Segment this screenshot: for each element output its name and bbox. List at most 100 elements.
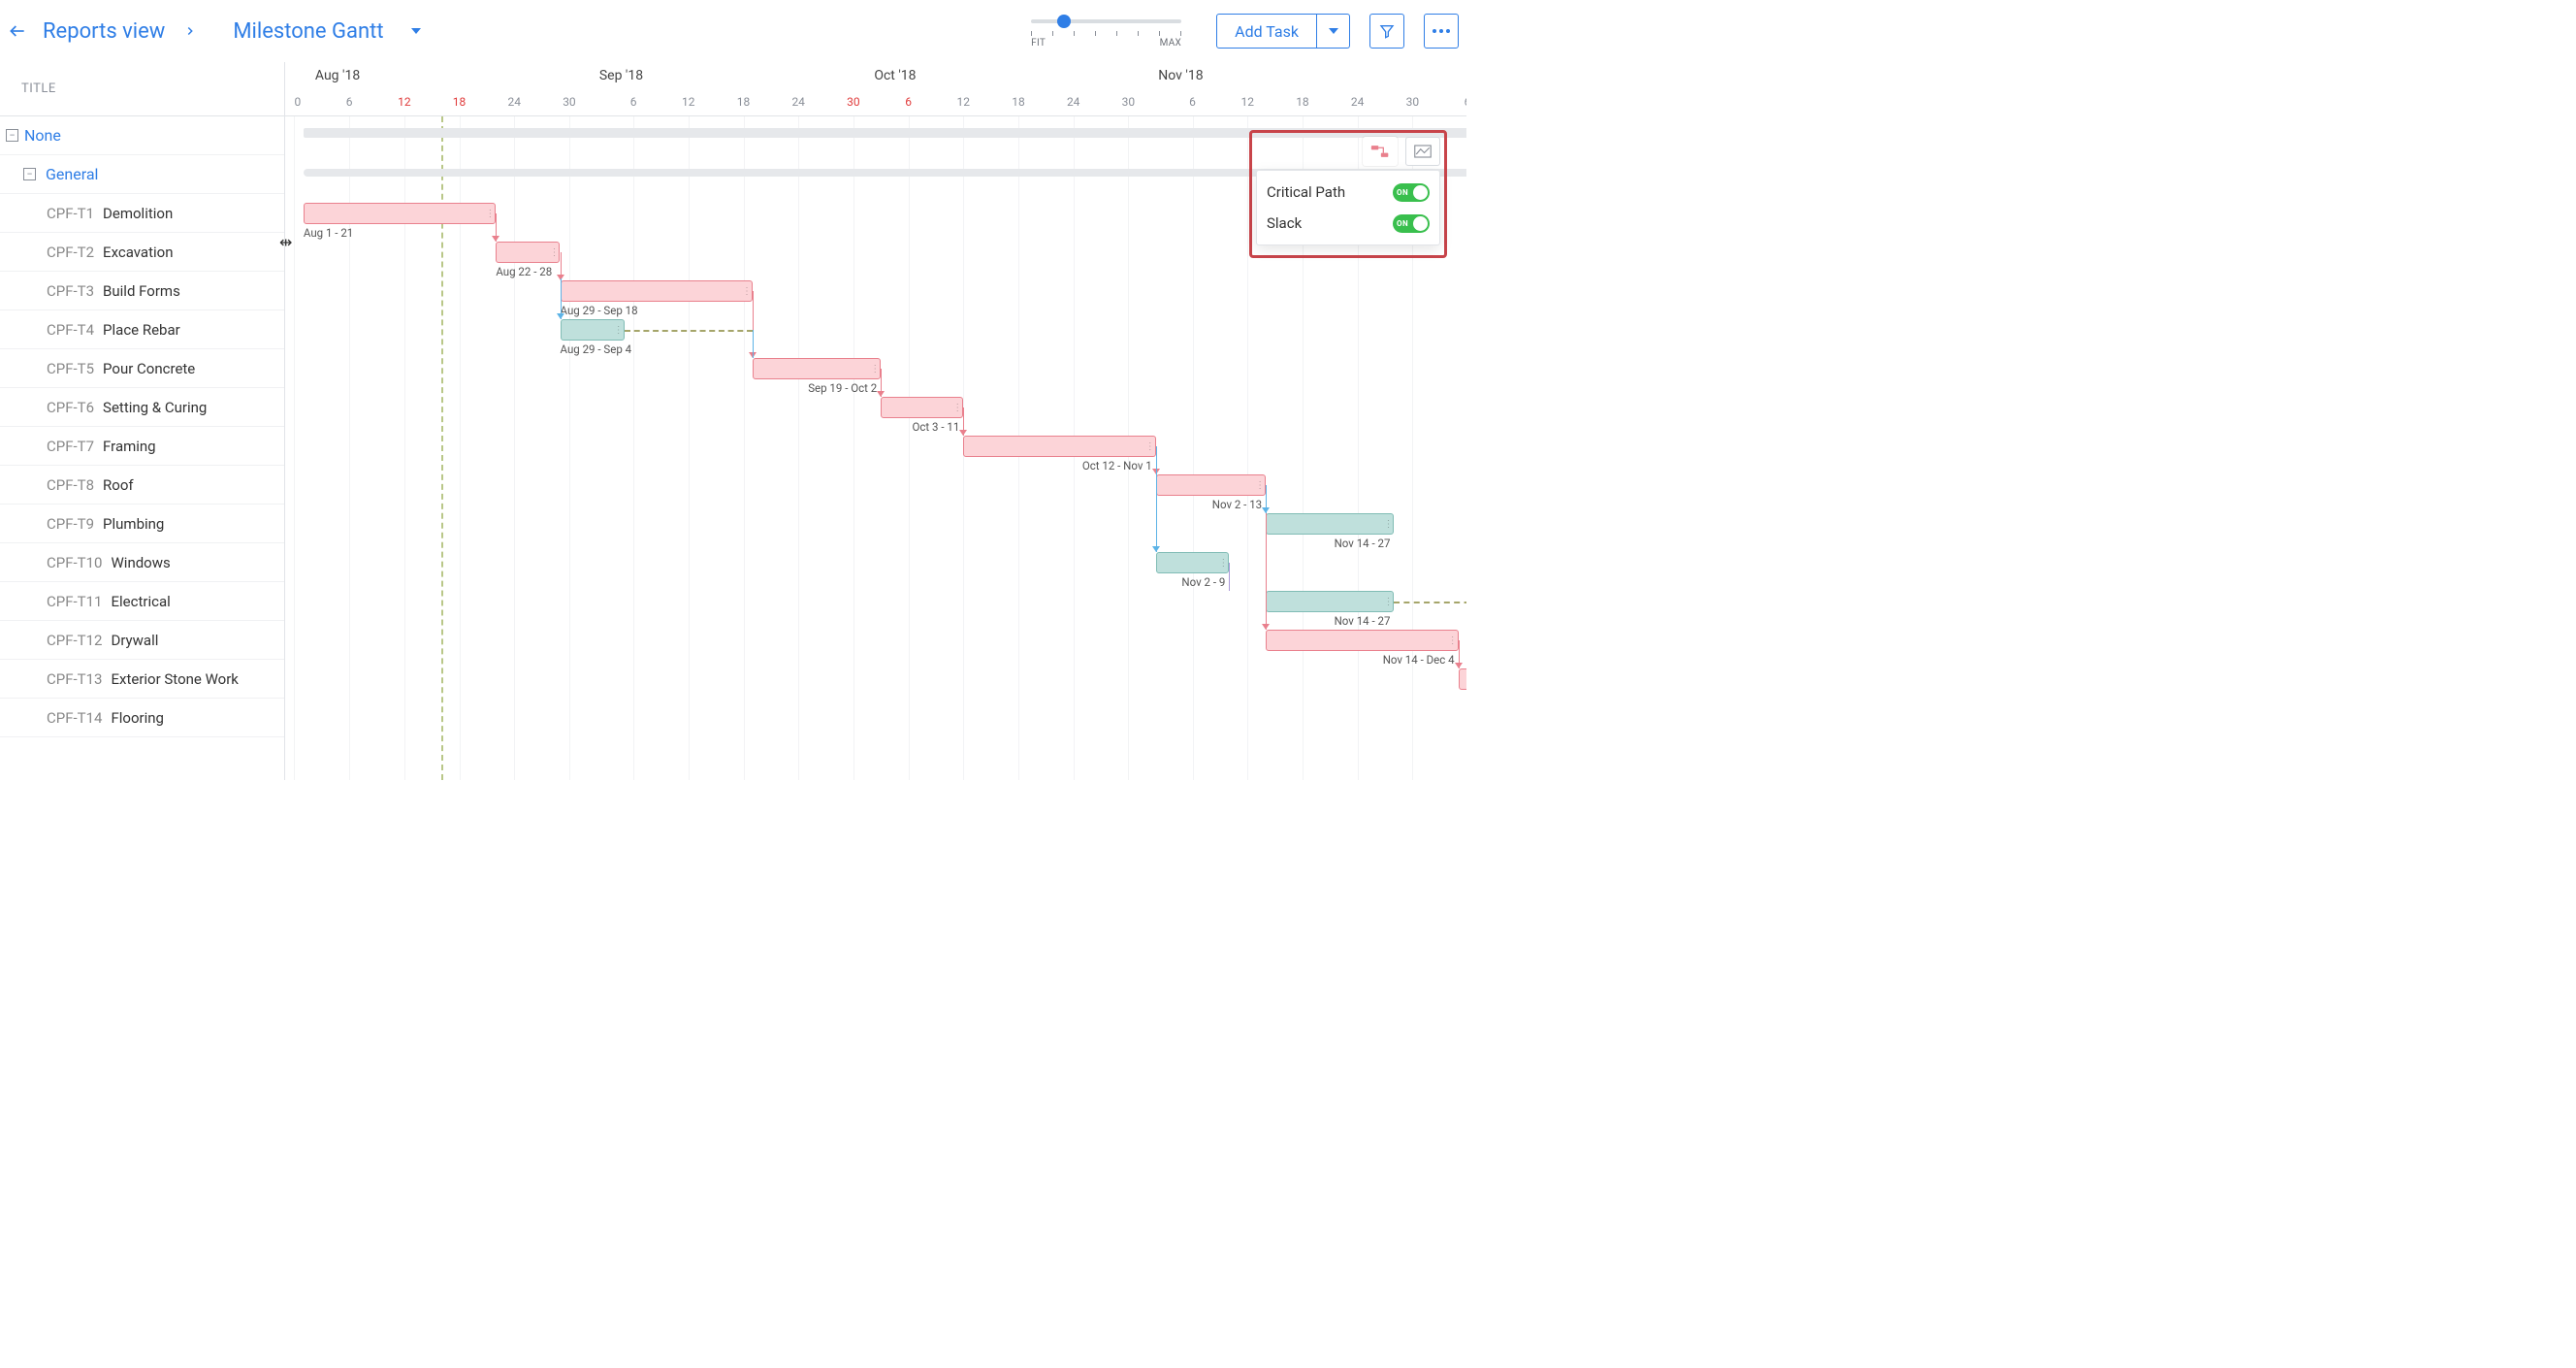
bar-resize-handle[interactable]: ⋮ xyxy=(1257,477,1263,493)
day-label: 18 xyxy=(1296,95,1309,109)
slack-label: Slack xyxy=(1267,214,1302,232)
gantt-bar[interactable]: ⋮ xyxy=(304,203,496,224)
task-name: Roof xyxy=(103,476,134,494)
top-bar: Reports view Milestone Gantt FIT MAX Add… xyxy=(0,0,1466,62)
gantt-bar[interactable]: ⋮ xyxy=(1266,630,1458,651)
dependency-arrow-icon xyxy=(959,430,967,436)
gantt-bar[interactable]: ⋮ xyxy=(1459,668,1466,690)
gantt-bar[interactable]: ⋮ xyxy=(496,242,560,263)
zoom-knob[interactable] xyxy=(1057,15,1071,28)
bar-resize-handle[interactable]: ⋮ xyxy=(744,283,750,299)
zoom-slider[interactable]: FIT MAX xyxy=(1031,14,1181,49)
bar-resize-handle[interactable]: ⋮ xyxy=(954,400,960,415)
gantt-bar[interactable]: ⋮ xyxy=(753,358,881,379)
tree-group-label: General xyxy=(42,165,98,183)
day-label: 0 xyxy=(294,95,301,109)
task-name: Electrical xyxy=(111,593,170,610)
view-selector[interactable]: Milestone Gantt xyxy=(233,19,420,44)
day-label: 6 xyxy=(1189,95,1196,109)
view-selector-label: Milestone Gantt xyxy=(233,19,383,44)
dependency-arrow-icon xyxy=(1262,624,1270,630)
day-label: 30 xyxy=(1406,95,1420,109)
gantt-bar-caption: Aug 1 - 21 xyxy=(304,226,353,240)
day-label: 30 xyxy=(847,95,860,109)
task-row[interactable]: CPF-T1Demolition xyxy=(0,194,284,233)
day-label: 24 xyxy=(508,95,522,109)
funnel-icon xyxy=(1379,23,1395,39)
gantt-bar-caption: Nov 2 - 9 xyxy=(1181,575,1225,589)
task-code: CPF-T5 xyxy=(47,360,94,377)
collapse-icon[interactable]: − xyxy=(6,129,18,142)
task-row[interactable]: CPF-T5Pour Concrete xyxy=(0,349,284,388)
day-label: 12 xyxy=(957,95,971,109)
task-name: Flooring xyxy=(111,709,164,727)
dependency-line xyxy=(1156,446,1157,552)
task-name: Exterior Stone Work xyxy=(111,670,238,688)
task-row[interactable]: CPF-T3Build Forms xyxy=(0,272,284,310)
critical-path-toggle-button[interactable] xyxy=(1363,137,1398,166)
gantt-bar[interactable]: ⋮ xyxy=(963,436,1155,457)
day-label: 30 xyxy=(1122,95,1136,109)
task-code: CPF-T4 xyxy=(47,321,94,339)
bar-resize-handle[interactable]: ⋮ xyxy=(616,322,622,338)
month-label: Sep '18 xyxy=(599,68,643,83)
task-row[interactable]: CPF-T2Excavation xyxy=(0,233,284,272)
task-row[interactable]: CPF-T10 Windows xyxy=(0,543,284,582)
gantt-bar[interactable]: ⋮ xyxy=(1156,552,1230,573)
zoom-min-label: FIT xyxy=(1031,38,1046,49)
column-header-title[interactable]: TITLE xyxy=(0,62,284,116)
task-code: CPF-T10 xyxy=(47,554,102,571)
task-name: Windows xyxy=(111,554,170,571)
task-row[interactable]: CPF-T4Place Rebar xyxy=(0,310,284,349)
collapse-icon[interactable]: − xyxy=(23,168,36,180)
gantt-bar[interactable]: ⋮ xyxy=(1266,591,1394,612)
task-code: CPF-T9 xyxy=(47,515,94,533)
task-row[interactable]: CPF-T14Flooring xyxy=(0,699,284,737)
task-list-panel: TITLE − None − General CPF-T1DemolitionC… xyxy=(0,62,285,780)
tree-group-general[interactable]: − General xyxy=(0,155,284,194)
gantt-body: TITLE − None − General CPF-T1DemolitionC… xyxy=(0,62,1466,780)
slack-toggle[interactable]: ON xyxy=(1393,214,1430,233)
back-arrow-icon[interactable] xyxy=(4,17,31,45)
gantt-bar[interactable]: ⋮ xyxy=(1266,513,1394,535)
bar-resize-handle[interactable]: ⋮ xyxy=(1147,439,1153,454)
task-name: Demolition xyxy=(103,205,173,222)
task-name: Drywall xyxy=(111,632,158,649)
dependency-arrow-icon xyxy=(1455,663,1463,668)
add-task-dropdown-button[interactable] xyxy=(1317,14,1350,49)
gantt-bar-caption: Nov 2 - 13 xyxy=(1212,498,1262,511)
chevron-down-icon xyxy=(411,28,421,34)
gantt-bar[interactable]: ⋮ xyxy=(1156,474,1266,496)
task-row[interactable]: CPF-T12Drywall xyxy=(0,621,284,660)
task-row[interactable]: CPF-T7Framing xyxy=(0,427,284,466)
bar-resize-handle[interactable]: ⋮ xyxy=(1450,633,1456,648)
gantt-bar[interactable]: ⋮ xyxy=(561,319,625,341)
bar-resize-handle[interactable]: ⋮ xyxy=(551,244,557,260)
tree-root-none[interactable]: − None xyxy=(0,116,284,155)
chart-view-button[interactable] xyxy=(1405,137,1440,166)
task-row[interactable]: CPF-T9Plumbing xyxy=(0,505,284,543)
dependency-arrow-icon xyxy=(877,391,885,397)
bar-resize-handle[interactable]: ⋮ xyxy=(1385,594,1391,609)
task-row[interactable]: CPF-T6Setting & Curing xyxy=(0,388,284,427)
task-code: CPF-T13 xyxy=(47,670,102,688)
critical-path-toggle[interactable]: ON xyxy=(1393,183,1430,202)
more-options-button[interactable] xyxy=(1424,14,1459,49)
gantt-bar[interactable]: ⋮ xyxy=(881,397,963,418)
task-row[interactable]: CPF-T13 Exterior Stone Work xyxy=(0,660,284,699)
bar-resize-handle[interactable]: ⋮ xyxy=(1385,516,1391,532)
task-row[interactable]: CPF-T8Roof xyxy=(0,466,284,505)
gantt-bar-caption: Aug 29 - Sep 18 xyxy=(561,304,638,317)
gantt-bar[interactable]: ⋮ xyxy=(561,280,753,302)
critical-path-popover: Critical Path ON Slack ON xyxy=(1256,170,1440,245)
breadcrumb-reports-view[interactable]: Reports view xyxy=(39,19,169,44)
bar-resize-handle[interactable]: ⋮ xyxy=(872,361,878,376)
add-task-button[interactable]: Add Task xyxy=(1216,14,1317,49)
panel-splitter-handle[interactable]: ⇹ xyxy=(279,233,292,251)
bar-resize-handle[interactable]: ⋮ xyxy=(487,206,493,221)
task-name: Build Forms xyxy=(103,282,180,300)
filter-button[interactable] xyxy=(1369,14,1404,49)
bar-resize-handle[interactable]: ⋮ xyxy=(1220,555,1226,570)
task-name: Framing xyxy=(103,438,156,455)
task-row[interactable]: CPF-T11Electrical xyxy=(0,582,284,621)
